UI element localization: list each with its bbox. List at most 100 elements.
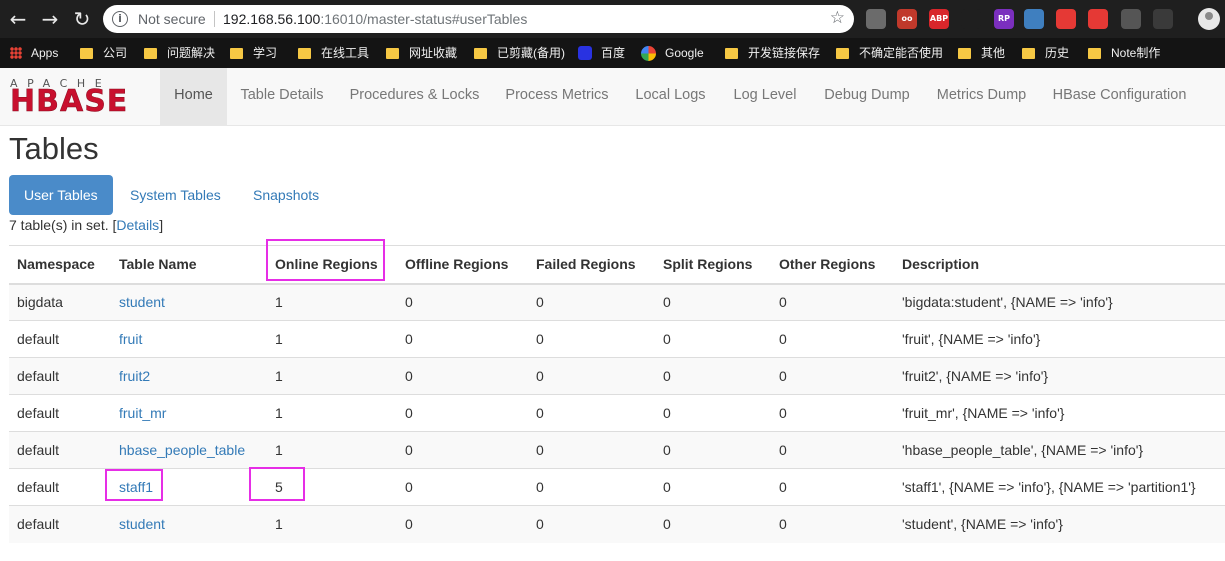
rp-icon[interactable]: RP [994,9,1014,29]
nav-metrics-dump[interactable]: Metrics Dump [923,68,1040,125]
column-header[interactable]: Description [894,245,1225,285]
column-header[interactable]: Online Regions [267,245,397,285]
table-cell: default [9,505,111,543]
bookmark-2[interactable]: 问题解决 [144,38,215,68]
address-bar[interactable]: i Not secure 192.168.56.100:16010/master… [103,5,854,33]
bookmark-4[interactable]: 在线工具 [298,38,369,68]
bookmark-12[interactable]: 历史 [1022,38,1069,68]
folder-icon [958,47,971,59]
nav-log-level[interactable]: Log Level [719,68,811,125]
bookmark-13[interactable]: Note制作 [1088,38,1160,68]
table-cell: 0 [771,320,894,358]
bookmark-label: 已剪藏(备用) [497,46,565,60]
bookmark-5[interactable]: 网址收藏 [386,38,457,68]
baidu-icon [578,46,592,60]
table-name-link[interactable]: student [119,516,165,532]
column-header[interactable]: Namespace [9,245,111,285]
table-name-link[interactable]: fruit2 [119,368,150,384]
column-header[interactable]: Other Regions [771,245,894,285]
reload-icon[interactable]: ↻ [68,5,96,33]
tab-system-tables[interactable]: System Tables [115,175,236,215]
security-label: Not secure [138,11,206,27]
bookmarks-bar: Apps 公司 问题解决 学习 在线工具 网址收藏 已剪藏(备用) 百度 Google 开发链接保… [0,38,1225,68]
nav-process-metrics[interactable]: Process Metrics [492,68,622,125]
column-header[interactable]: Offline Regions [397,245,528,285]
nav-procedures-locks[interactable]: Procedures & Locks [337,68,492,125]
nav-home[interactable]: Home [160,68,227,125]
bookmark-3[interactable]: 学习 [230,38,277,68]
column-header[interactable]: Split Regions [655,245,771,285]
table-row: default staff1 5 0 0 0 0'staff1', {NAME => 'in… [9,468,1225,506]
url-text[interactable]: 192.168.56.100:16010/master-status#userT… [223,11,527,27]
page-title: Tables [9,131,99,166]
tab-snapshots[interactable]: Snapshots [238,175,334,215]
column-header[interactable]: Table Name [111,245,267,285]
cloud-icon[interactable] [1121,9,1141,29]
table-name-link[interactable]: staff1 [119,479,153,495]
bookmark-1[interactable]: 公司 [80,38,127,68]
hbase-navbar: APACHE HBASE Home Table Details Procedures… [0,68,1225,126]
bookmark-label: Note制作 [1111,46,1161,60]
table-cell: 0 [528,431,655,469]
nav-debug-dump[interactable]: Debug Dump [811,68,923,125]
column-header[interactable]: Failed Regions [528,245,655,285]
table-row: bigdata student 1 0 0 0 0'bigdata:student', {N… [9,283,1225,321]
table-cell: 1 [267,357,397,395]
table-cell: 0 [655,394,771,432]
red-ext-icon[interactable] [1088,9,1108,29]
profile-avatar-icon[interactable] [1198,8,1220,30]
bookmark-label: 在线工具 [321,46,370,60]
owl-icon[interactable]: oo [897,9,917,29]
logo-hbase-text: HBASE [10,84,129,119]
table-body: bigdata student 1 0 0 0 0'bigdata:student', {N… [9,283,1225,543]
table-row: default fruit_mr 1 0 0 0 0'fruit_mr', {NAME =>… [9,394,1225,432]
back-arrow-icon[interactable]: ← [4,5,32,33]
bookmark-label: 问题解决 [167,46,216,60]
info-icon[interactable]: i [112,11,128,27]
details-link[interactable]: Details [116,217,159,233]
table-name-link[interactable]: hbase_people_table [119,442,245,458]
nav-hbase-configuration[interactable]: HBase Configuration [1040,68,1199,125]
table-cell: 0 [655,357,771,395]
table-cell: 0 [397,357,528,395]
folder-icon [144,47,157,59]
table-name-link[interactable]: student [119,294,165,310]
bookmark-10[interactable]: 不确定能否使用 [836,38,943,68]
table-cell: 1 [267,394,397,432]
search-ext-icon[interactable] [1056,9,1076,29]
folder-icon [474,47,487,59]
bookmark-11[interactable]: 其他 [958,38,1005,68]
bookmark-6[interactable]: 已剪藏(备用) [474,38,565,68]
table-name-cell: staff1 [111,468,267,506]
nav-local-logs[interactable]: Local Logs [622,68,719,125]
table-name-cell: fruit_mr [111,394,267,432]
cursor-icon[interactable] [961,9,981,29]
table-cell: 0 [655,283,771,321]
face-icon[interactable] [1153,9,1173,29]
bookmark-label: 公司 [103,46,128,60]
adblock-icon[interactable]: ABP [929,9,949,29]
bookmark-0[interactable]: Apps [10,38,58,68]
evernote-icon[interactable] [866,9,886,29]
table-cell: 0 [397,505,528,543]
hbase-logo[interactable]: APACHE HBASE [10,78,146,119]
bookmark-9[interactable]: 开发链接保存 [725,38,820,68]
bookmark-label: Google [665,46,704,60]
table-cell: default [9,468,111,506]
bookmark-7[interactable]: 百度 [578,38,625,68]
forward-arrow-icon[interactable]: → [36,5,64,33]
table-name-link[interactable]: fruit [119,331,142,347]
table-name-link[interactable]: fruit_mr [119,405,166,421]
tab-user-tables[interactable]: User Tables [9,175,113,215]
table-cell: default [9,431,111,469]
bookmark-label: 网址收藏 [409,46,458,60]
folder-icon [298,47,311,59]
table-cell: 0 [397,468,528,506]
bookmark-8[interactable]: Google [641,38,704,68]
circle-icon[interactable] [1024,9,1044,29]
table-row: default hbase_people_table 1 0 0 0 0'hbase_peo… [9,431,1225,469]
table-cell: 0 [397,431,528,469]
folder-icon [836,47,849,59]
bookmark-star-icon[interactable]: ☆ [830,8,845,28]
nav-table-details[interactable]: Table Details [227,68,337,125]
